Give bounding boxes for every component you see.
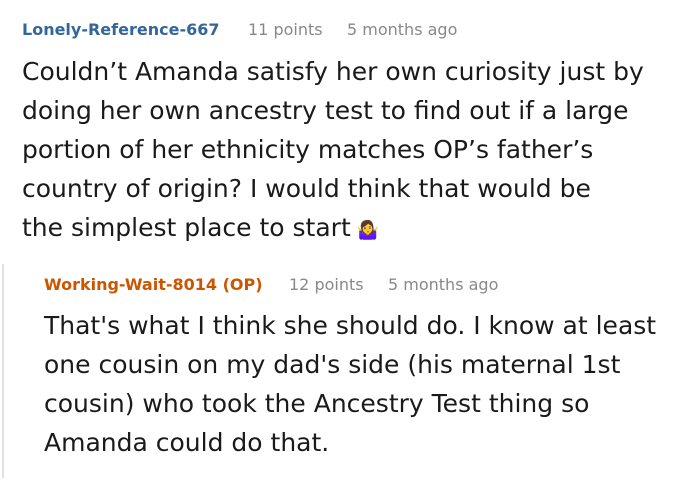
comment-line: country of origin? I would think that wo… xyxy=(22,174,591,203)
comment-author[interactable]: Lonely-Reference-667 xyxy=(22,20,219,39)
comment-line: Couldn’t Amanda satisfy her own curiosit… xyxy=(22,57,644,86)
reply-line: Amanda could do that. xyxy=(44,428,330,457)
shrug-emoji-icon: 🤷‍♀️ xyxy=(356,220,380,241)
reply-points: 12 points xyxy=(289,275,364,294)
reply-line: one cousin on my dad's side (his materna… xyxy=(44,350,621,379)
comment-points: 11 points xyxy=(248,20,323,39)
comment-line-text: the simplest place to start xyxy=(22,213,351,242)
comment-line: doing her own ancestry test to find out … xyxy=(22,96,629,125)
reply-author[interactable]: Working-Wait-8014 (OP) xyxy=(44,275,263,294)
comment-meta: Lonely-Reference-667 11 points 5 months … xyxy=(22,20,457,40)
comment-body: Couldn’t Amanda satisfy her own curiosit… xyxy=(22,52,682,250)
thread-line[interactable] xyxy=(2,264,4,478)
reply-line: That's what I think she should do. I kno… xyxy=(44,311,657,340)
comment-timestamp: 5 months ago xyxy=(347,20,458,39)
reply-body: That's what I think she should do. I kno… xyxy=(44,306,694,462)
reply-line: cousin) who took the Ancestry Test thing… xyxy=(44,389,590,418)
reply-timestamp: 5 months ago xyxy=(388,275,499,294)
comment-line: portion of her ethnicity matches OP’s fa… xyxy=(22,135,594,164)
comment-line: the simplest place to start 🤷‍♀️ xyxy=(22,208,682,250)
reply-meta: Working-Wait-8014 (OP) 12 points 5 month… xyxy=(44,275,498,295)
